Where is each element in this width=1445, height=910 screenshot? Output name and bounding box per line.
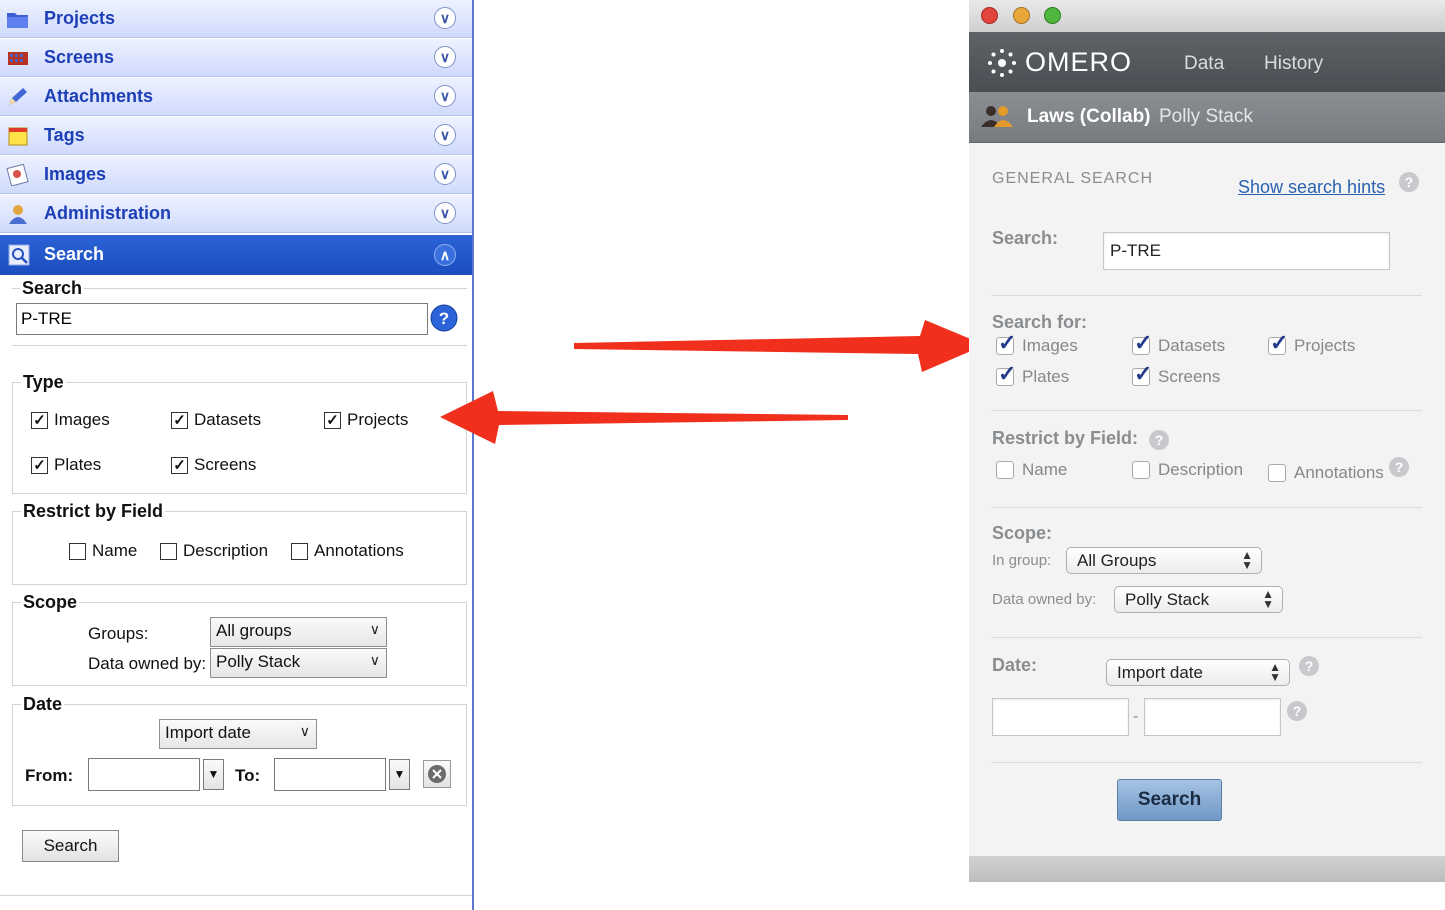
close-window-button[interactable] <box>981 7 998 24</box>
zoom-window-button[interactable] <box>1044 7 1061 24</box>
checkbox-box[interactable]: ✓ <box>1268 330 1288 355</box>
checkbox-box[interactable] <box>1132 461 1150 479</box>
date-type-select[interactable]: Import date ▲ ▼ <box>1106 659 1290 686</box>
owned-by-select[interactable]: Polly Stack ▲ ▼ <box>1114 586 1283 613</box>
checkbox-label: Projects <box>1294 336 1356 355</box>
nav-history[interactable]: History <box>1264 53 1323 75</box>
checkbox-box[interactable]: ✓ <box>1132 361 1152 386</box>
help-icon[interactable]: ? <box>1299 656 1319 676</box>
arrow-left <box>440 391 848 444</box>
updown-arrows-icon: ▲ ▼ <box>1269 660 1281 684</box>
checkbox-label: Name <box>1022 460 1068 479</box>
restrict-annotations-checkbox[interactable]: Annotations <box>1268 463 1384 483</box>
date-type-value: Import date <box>1117 663 1203 682</box>
users-group-icon <box>981 106 1013 127</box>
checkbox-label: Description <box>1158 460 1244 479</box>
group-name[interactable]: Laws (Collab) <box>1027 106 1151 128</box>
search-for-projects-checkbox[interactable]: ✓ Projects <box>1268 330 1356 356</box>
window-titlebar <box>969 0 1445 33</box>
checkbox-box[interactable] <box>1268 464 1286 482</box>
owned-by-label: Data owned by: <box>992 591 1097 608</box>
omero-nav-bar: OMERO Data History <box>969 32 1445 92</box>
restrict-name-checkbox[interactable]: Name <box>996 460 1067 480</box>
owned-by-value: Polly Stack <box>1125 590 1210 609</box>
scope-label: Scope: <box>992 523 1053 543</box>
checkbox-box[interactable]: ✓ <box>996 330 1016 355</box>
search-label: Search: <box>992 228 1059 248</box>
updown-arrows-icon: ▲ ▼ <box>1241 548 1253 572</box>
group-user-bar: Laws (Collab) Polly Stack <box>969 92 1445 143</box>
rp-search-input[interactable] <box>1103 232 1390 270</box>
checkbox-label: Images <box>1022 336 1078 355</box>
omero-logo-icon <box>988 49 1016 77</box>
help-icon[interactable]: ? <box>1149 430 1169 450</box>
date-to-input[interactable] <box>1144 698 1281 736</box>
section-divider <box>991 637 1422 638</box>
in-group-label: In group: <box>992 552 1052 569</box>
rp-search-button[interactable]: Search <box>1117 779 1222 821</box>
restrict-by-field-label: Restrict by Field: <box>992 428 1139 448</box>
search-for-images-checkbox[interactable]: ✓ Images <box>996 330 1078 356</box>
section-divider <box>991 762 1422 763</box>
date-separator: - <box>1133 708 1139 725</box>
minimize-window-button[interactable] <box>1013 7 1030 24</box>
general-search-heading: GENERAL SEARCH <box>992 170 1153 187</box>
help-icon[interactable]: ? <box>1287 701 1307 721</box>
checkbox-box[interactable]: ✓ <box>1132 330 1152 355</box>
date-from-input[interactable] <box>992 698 1129 736</box>
show-search-hints-link[interactable]: Show search hints <box>1238 177 1385 198</box>
omero-app-name: OMERO <box>1025 47 1133 77</box>
nav-data[interactable]: Data <box>1184 53 1224 75</box>
omero-web-panel: OMERO Data History Laws (Collab) Polly S… <box>969 0 1445 882</box>
search-for-screens-checkbox[interactable]: ✓ Screens <box>1132 361 1221 387</box>
in-group-value: All Groups <box>1077 551 1157 570</box>
checkbox-box[interactable]: ✓ <box>996 361 1016 386</box>
checkbox-label: Screens <box>1158 367 1221 386</box>
checkbox-label: Annotations <box>1294 463 1384 482</box>
date-label: Date: <box>992 655 1038 675</box>
checkbox-label: Datasets <box>1158 336 1226 355</box>
updown-arrows-icon: ▲ ▼ <box>1262 587 1274 611</box>
help-icon[interactable]: ? <box>1399 172 1419 192</box>
section-divider <box>991 507 1422 508</box>
search-for-plates-checkbox[interactable]: ✓ Plates <box>996 361 1070 387</box>
in-group-select[interactable]: All Groups ▲ ▼ <box>1066 547 1262 574</box>
search-for-datasets-checkbox[interactable]: ✓ Datasets <box>1132 330 1226 356</box>
help-icon[interactable]: ? <box>1389 457 1409 477</box>
checkbox-label: Plates <box>1022 367 1070 386</box>
checkbox-box[interactable] <box>996 461 1014 479</box>
restrict-description-checkbox[interactable]: Description <box>1132 460 1243 480</box>
arrow-right <box>574 320 985 372</box>
user-name[interactable]: Polly Stack <box>1159 106 1253 128</box>
section-divider <box>991 295 1422 296</box>
section-divider <box>991 410 1422 411</box>
window-footer <box>969 856 1445 882</box>
